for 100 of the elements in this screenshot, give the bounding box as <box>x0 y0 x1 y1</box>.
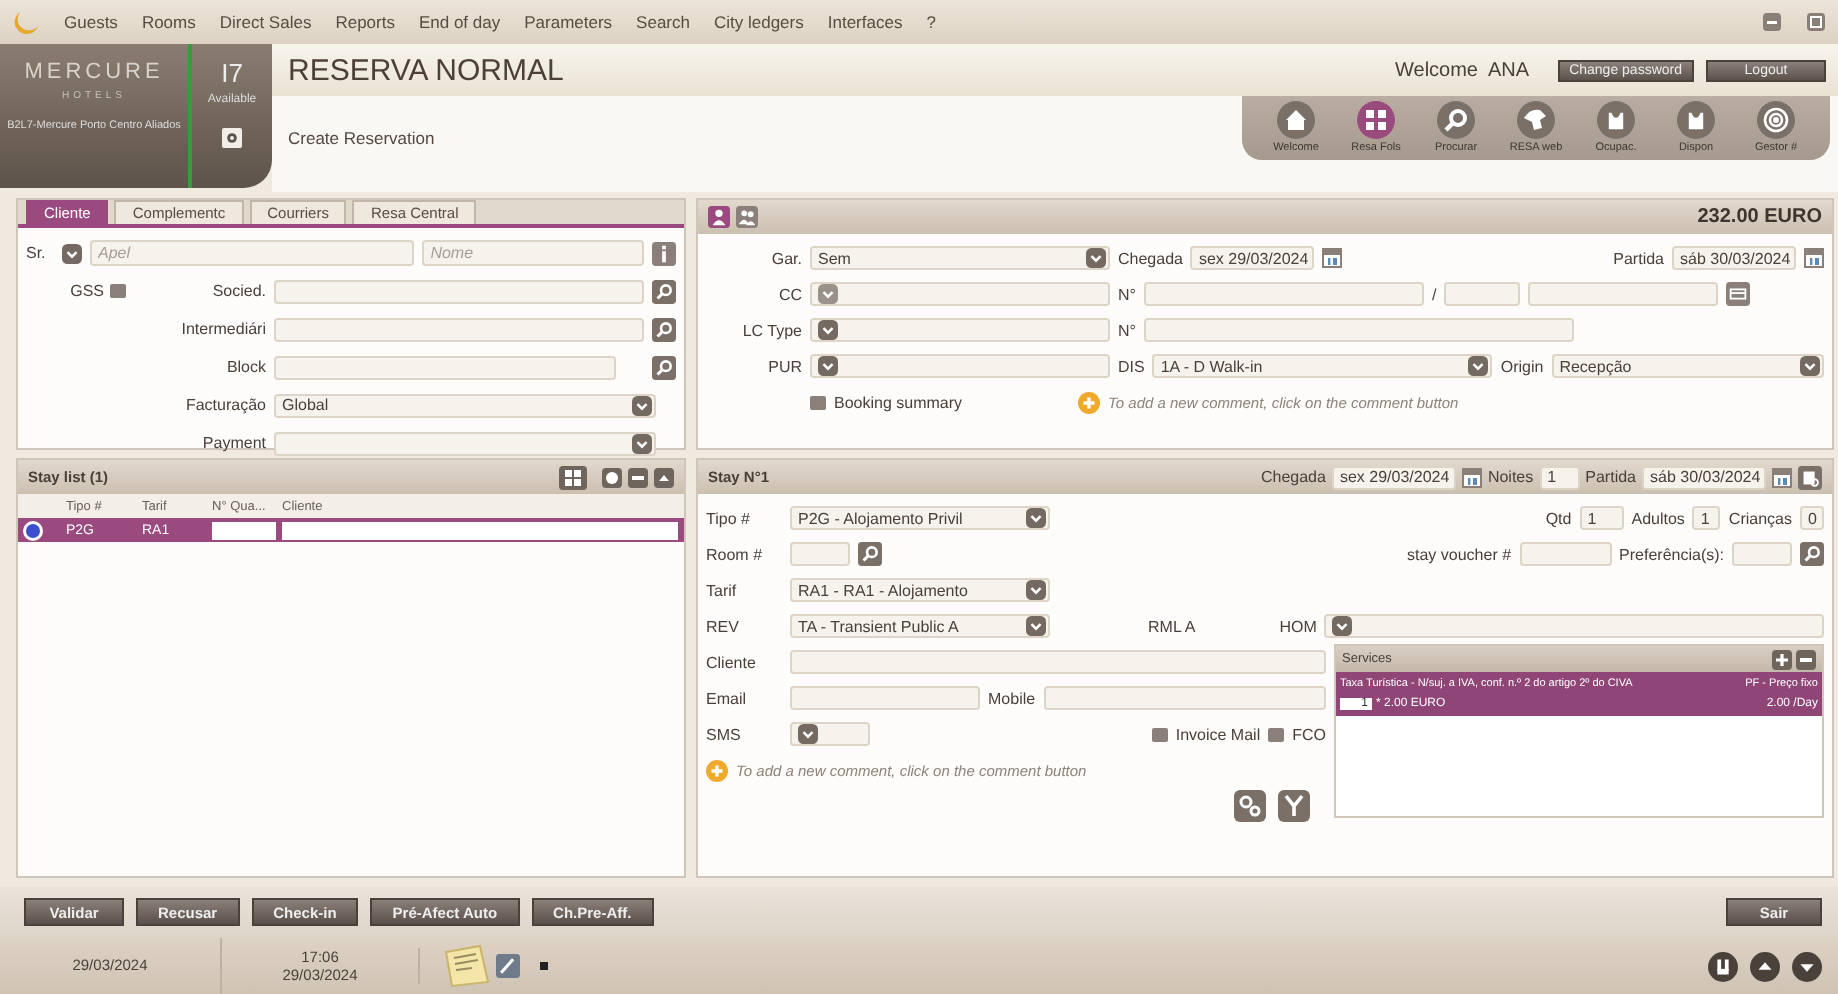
info-icon[interactable] <box>652 241 676 265</box>
menu-item[interactable]: End of day <box>418 12 501 32</box>
gear-icon[interactable] <box>222 128 242 148</box>
pencil-icon[interactable] <box>496 954 520 978</box>
page-subtitle: Create Reservation <box>288 128 435 148</box>
crescent-logo-icon <box>12 8 40 36</box>
cogs-icon[interactable] <box>1234 790 1266 822</box>
search-icon[interactable] <box>652 317 676 341</box>
up-icon[interactable] <box>1750 951 1780 981</box>
menu-item[interactable]: Search <box>636 12 690 32</box>
person-icon[interactable] <box>708 206 730 228</box>
minimize-icon[interactable] <box>1762 12 1782 32</box>
minus-icon[interactable] <box>1796 649 1816 669</box>
checkbox[interactable] <box>1151 727 1168 741</box>
chevron-down-icon <box>818 284 838 304</box>
calendar-icon[interactable] <box>1772 467 1792 487</box>
field-label: Origin <box>1500 357 1544 375</box>
text-field[interactable] <box>1528 282 1719 306</box>
calendar-icon[interactable] <box>1804 248 1824 268</box>
field-label: N° <box>1118 321 1136 339</box>
text-field[interactable] <box>790 542 850 566</box>
minus-icon[interactable] <box>628 467 648 487</box>
text-field[interactable] <box>1732 542 1792 566</box>
document-icon[interactable] <box>1798 465 1822 489</box>
menu-item[interactable]: City ledgers <box>713 12 804 32</box>
text-field[interactable] <box>1519 542 1612 566</box>
split-arrows-icon[interactable] <box>1278 790 1310 822</box>
select-field[interactable]: Recepção <box>1551 354 1824 378</box>
plug-icon[interactable] <box>1708 951 1738 981</box>
select-field[interactable]: TA - Transient Public A <box>790 614 1050 638</box>
field-label: stay voucher # <box>1407 545 1512 563</box>
select-field[interactable] <box>810 354 1110 378</box>
notes-icon[interactable] <box>440 944 492 988</box>
chevron-down-icon <box>1800 356 1820 376</box>
restore-icon[interactable] <box>1806 12 1826 32</box>
select-field[interactable]: Sem <box>810 246 1110 270</box>
select-field[interactable] <box>1324 614 1824 638</box>
nights-field[interactable]: 1 <box>1539 465 1580 489</box>
menu-item[interactable]: Guests <box>64 12 118 32</box>
quantity-field[interactable]: 1 <box>1579 506 1624 530</box>
people-icon[interactable] <box>736 206 758 228</box>
date-field[interactable]: sex 29/03/2024 <box>1331 465 1456 489</box>
chevron-down-icon[interactable] <box>62 243 82 263</box>
select-field[interactable]: 1A - D Walk-in <box>1152 354 1493 378</box>
search-icon[interactable] <box>652 279 676 303</box>
radio-button[interactable] <box>25 523 39 537</box>
text-field[interactable] <box>790 650 1326 674</box>
menu-item[interactable]: Rooms <box>141 12 196 32</box>
select-field[interactable]: RA1 - RA1 - Alojamento <box>790 578 1050 602</box>
menu-item[interactable]: Reports <box>335 12 395 32</box>
text-field[interactable] <box>274 279 644 303</box>
text-field[interactable] <box>1143 318 1574 342</box>
search-icon[interactable] <box>1800 542 1824 566</box>
select-field[interactable]: Global <box>274 393 656 417</box>
menu-item[interactable]: Direct Sales <box>219 12 312 32</box>
search-icon[interactable] <box>652 355 676 379</box>
grid-icon[interactable] <box>558 465 588 489</box>
field-label: Email <box>706 689 749 707</box>
checkbox[interactable] <box>1268 727 1285 741</box>
total-amount: 232.00 EURO <box>1697 206 1822 228</box>
text-field[interactable] <box>1143 282 1424 306</box>
adults-field[interactable]: 1 <box>1692 506 1721 530</box>
date-field[interactable]: sáb 30/03/2024 <box>1642 465 1766 489</box>
page-title: RESERVA NORMAL <box>288 53 564 87</box>
down-icon[interactable] <box>1792 951 1822 981</box>
select-field[interactable] <box>790 722 870 746</box>
field-label: Mobile <box>988 689 1036 707</box>
text-field[interactable] <box>1444 282 1521 306</box>
text-field[interactable] <box>790 686 980 710</box>
checkbox[interactable] <box>110 284 126 298</box>
date-field[interactable]: sáb 30/03/2024 <box>1672 246 1796 270</box>
select-field[interactable] <box>810 282 1110 306</box>
card-icon[interactable] <box>1726 282 1751 306</box>
menu-item[interactable]: Parameters <box>524 12 613 32</box>
chevron-down-icon <box>1086 248 1106 268</box>
search-icon[interactable] <box>858 542 882 566</box>
field-label: DIS <box>1118 357 1145 375</box>
calendar-icon[interactable] <box>1461 467 1482 487</box>
text-field[interactable] <box>274 317 644 341</box>
field-label: Noites <box>1487 468 1534 486</box>
chevron-down-icon <box>632 395 652 415</box>
chevron-down-icon <box>818 320 838 340</box>
children-field[interactable]: 0 <box>1800 506 1824 530</box>
checkbox-label: FCO <box>1292 725 1326 743</box>
calendar-icon[interactable] <box>1322 248 1343 268</box>
menu-item[interactable]: Interfaces <box>827 12 903 32</box>
select-field[interactable]: P2G - Alojamento Privil <box>790 506 1050 530</box>
menu-item[interactable]: ? <box>926 12 936 32</box>
welcome-text: Welcome ANA <box>1395 59 1530 81</box>
text-field[interactable] <box>274 355 616 379</box>
select-field[interactable] <box>274 431 656 455</box>
date-field[interactable]: sex 29/03/2024 <box>1190 246 1315 270</box>
checkbox[interactable] <box>810 395 826 409</box>
chevron-down-icon <box>1026 616 1046 636</box>
text-field[interactable] <box>1043 686 1326 710</box>
checkbox-label: Invoice Mail <box>1175 725 1261 743</box>
add-comment-icon[interactable] <box>1078 391 1100 413</box>
first-name-field[interactable]: Nome <box>422 240 644 266</box>
add-comment-icon[interactable] <box>706 759 728 781</box>
select-field[interactable] <box>810 318 1110 342</box>
